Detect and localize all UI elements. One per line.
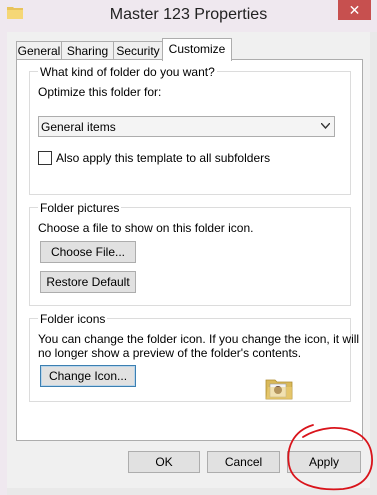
folder-icons-description-line2: no longer show a preview of the folder's… bbox=[38, 346, 302, 360]
folder-pictures-group: Folder pictures Choose a file to show on… bbox=[29, 201, 351, 306]
folder-preview-icon bbox=[265, 379, 293, 400]
tab-general[interactable]: General bbox=[16, 41, 62, 60]
window-title: Master 123 Properties bbox=[109, 6, 268, 23]
folder-type-group: What kind of folder do you want? Optimiz… bbox=[29, 65, 351, 195]
folder-pictures-group-title: Folder pictures bbox=[38, 201, 122, 215]
dialog-client-area: General Sharing Security Customize What … bbox=[7, 32, 370, 488]
tab-security[interactable]: Security bbox=[113, 41, 163, 60]
apply-subfolders-label: Also apply this template to all subfolde… bbox=[56, 151, 271, 165]
optimize-dropdown[interactable]: General items bbox=[38, 116, 335, 137]
highlight-circle-annotation bbox=[287, 424, 373, 491]
cancel-button[interactable]: Cancel bbox=[207, 451, 280, 473]
close-button[interactable]: ✕ bbox=[338, 0, 371, 20]
folder-type-group-title: What kind of folder do you want? bbox=[38, 65, 217, 79]
optimize-dropdown-value: General items bbox=[41, 120, 116, 134]
folder-icons-description-line1: You can change the folder icon. If you c… bbox=[38, 332, 360, 346]
chevron-down-icon bbox=[321, 123, 330, 129]
folder-pictures-description: Choose a file to show on this folder ico… bbox=[38, 221, 254, 235]
folder-icons-group: Folder icons You can change the folder i… bbox=[29, 312, 359, 402]
tab-sharing[interactable]: Sharing bbox=[61, 41, 114, 60]
folder-icons-group-title: Folder icons bbox=[38, 312, 108, 326]
tab-customize[interactable]: Customize bbox=[162, 38, 232, 61]
properties-window: Master 123 Properties ✕ General Sharing … bbox=[0, 0, 377, 495]
apply-subfolders-checkbox[interactable] bbox=[38, 151, 52, 165]
window-left-border bbox=[0, 32, 7, 495]
customize-panel: What kind of folder do you want? Optimiz… bbox=[16, 59, 363, 441]
ok-button[interactable]: OK bbox=[128, 451, 200, 473]
restore-default-button[interactable]: Restore Default bbox=[40, 271, 136, 293]
change-icon-button[interactable]: Change Icon... bbox=[40, 365, 136, 387]
title-bar[interactable]: Master 123 Properties ✕ bbox=[0, 0, 377, 32]
choose-file-button[interactable]: Choose File... bbox=[40, 241, 136, 263]
optimize-label: Optimize this folder for: bbox=[38, 85, 162, 99]
